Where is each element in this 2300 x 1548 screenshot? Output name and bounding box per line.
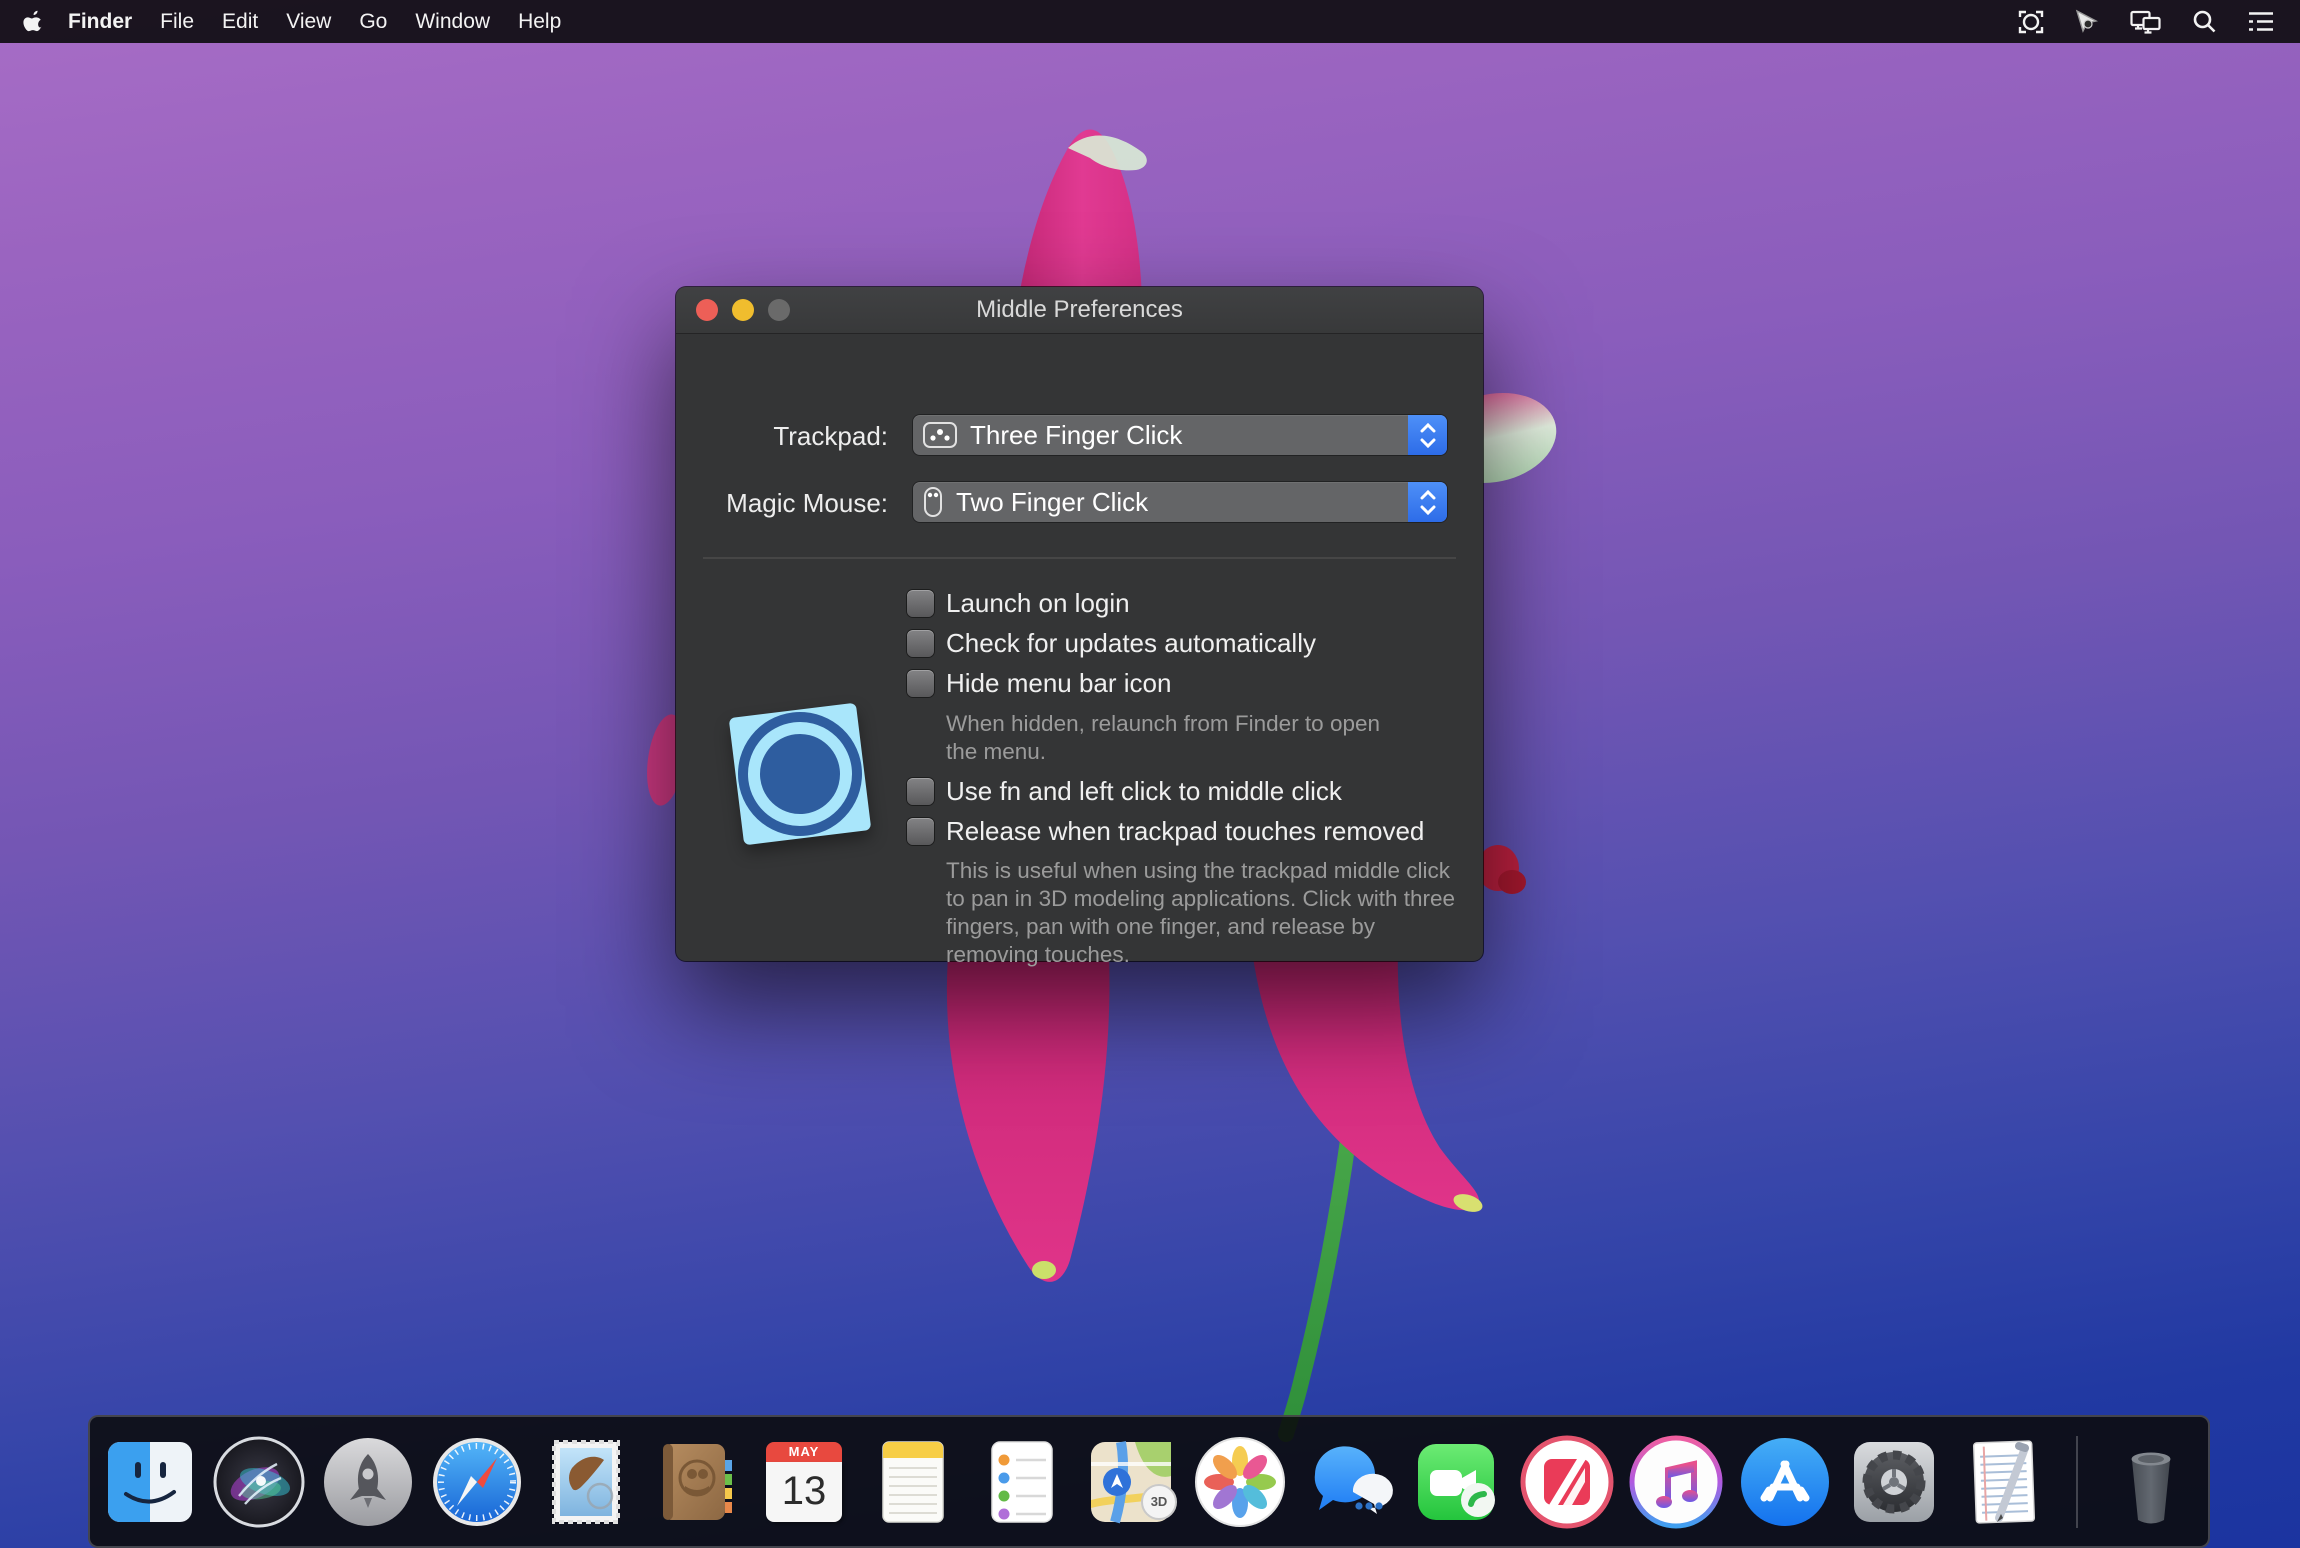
menu-bar: Finder File Edit View Go Window Help	[0, 0, 2300, 43]
spotlight-icon[interactable]	[2177, 9, 2232, 34]
dock-photos[interactable]	[1192, 1434, 1288, 1530]
checkbox-launch-on-login[interactable]	[907, 590, 934, 617]
dock-maps[interactable]: 3D	[1083, 1434, 1179, 1530]
maps-3d-badge: 3D	[1141, 1484, 1177, 1520]
middle-app-logo	[729, 703, 872, 846]
dock-finder[interactable]	[102, 1434, 198, 1530]
checkbox-hide-menu-bar-icon[interactable]	[907, 670, 934, 697]
hide-menu-note: When hidden, relaunch from Finder to ope…	[946, 710, 1416, 766]
pointer-icon[interactable]	[2059, 9, 2115, 35]
menu-item-go[interactable]: Go	[345, 10, 401, 34]
dock-system-preferences[interactable]	[1846, 1434, 1942, 1530]
menu-item-file[interactable]: File	[146, 10, 208, 34]
magic-mouse-label: Magic Mouse:	[676, 487, 888, 519]
dock-trash[interactable]	[2103, 1434, 2199, 1530]
window-title: Middle Preferences	[676, 287, 1483, 333]
middle-preferences-window: Middle Preferences Trackpad: Three Finge…	[676, 287, 1483, 961]
menu-app-name[interactable]: Finder	[54, 10, 146, 34]
apple-logo-icon	[23, 10, 42, 33]
menu-item-view[interactable]: View	[272, 10, 345, 34]
trackpad-select[interactable]: Three Finger Click	[913, 415, 1447, 455]
checkbox-fn-left-click[interactable]	[907, 778, 934, 805]
dock-itunes[interactable]	[1628, 1434, 1724, 1530]
release-note: This is useful when using the trackpad m…	[946, 857, 1466, 969]
dock-siri[interactable]	[211, 1434, 307, 1530]
checkbox-release-touches-label: Release when trackpad touches removed	[946, 815, 1424, 847]
trackpad-label: Trackpad:	[676, 420, 888, 452]
magic-mouse-value: Two Finger Click	[956, 487, 1148, 518]
menu-item-help[interactable]: Help	[504, 10, 575, 34]
section-divider	[703, 557, 1456, 559]
magic-mouse-stepper[interactable]	[1408, 482, 1447, 522]
menu-item-edit[interactable]: Edit	[208, 10, 272, 34]
menu-item-window[interactable]: Window	[401, 10, 504, 34]
trackpad-stepper[interactable]	[1408, 415, 1447, 455]
middle-app-icon[interactable]	[2003, 9, 2059, 35]
dock-calendar[interactable]: MAY 13	[756, 1434, 852, 1530]
dock-contacts[interactable]	[647, 1434, 743, 1530]
trackpad-value: Three Finger Click	[970, 420, 1182, 451]
trackpad-icon	[922, 421, 958, 449]
checkbox-launch-on-login-label: Launch on login	[946, 587, 1130, 619]
calendar-day: 13	[766, 1462, 842, 1522]
dock-launchpad[interactable]	[320, 1434, 416, 1530]
desktop: Finder File Edit View Go Window Help	[0, 0, 2300, 1548]
dock-textedit[interactable]	[1955, 1434, 2051, 1530]
magic-mouse-icon	[922, 486, 944, 518]
checkbox-release-touches[interactable]	[907, 818, 934, 845]
dock-facetime[interactable]	[1410, 1434, 1506, 1530]
displays-icon[interactable]	[2115, 9, 2177, 35]
calendar-month: MAY	[766, 1442, 842, 1462]
dock-divider	[2076, 1436, 2078, 1528]
dock-reminders[interactable]	[974, 1434, 1070, 1530]
checkbox-check-updates-label: Check for updates automatically	[946, 627, 1316, 659]
dock-messages[interactable]	[1301, 1434, 1397, 1530]
dock-notes[interactable]	[865, 1434, 961, 1530]
title-bar[interactable]: Middle Preferences	[676, 287, 1483, 334]
magic-mouse-select[interactable]: Two Finger Click	[913, 482, 1447, 522]
dock-app-store[interactable]	[1737, 1434, 1833, 1530]
checkbox-hide-menu-bar-icon-label: Hide menu bar icon	[946, 667, 1171, 699]
notification-center-icon[interactable]	[2232, 10, 2290, 34]
dock: MAY 13	[88, 1415, 2210, 1548]
dock-mail[interactable]	[538, 1434, 634, 1530]
dock-news[interactable]	[1519, 1434, 1615, 1530]
dock-safari[interactable]	[429, 1434, 525, 1530]
apple-menu[interactable]	[10, 10, 54, 33]
checkbox-check-updates[interactable]	[907, 630, 934, 657]
checkbox-fn-left-click-label: Use fn and left click to middle click	[946, 775, 1342, 807]
